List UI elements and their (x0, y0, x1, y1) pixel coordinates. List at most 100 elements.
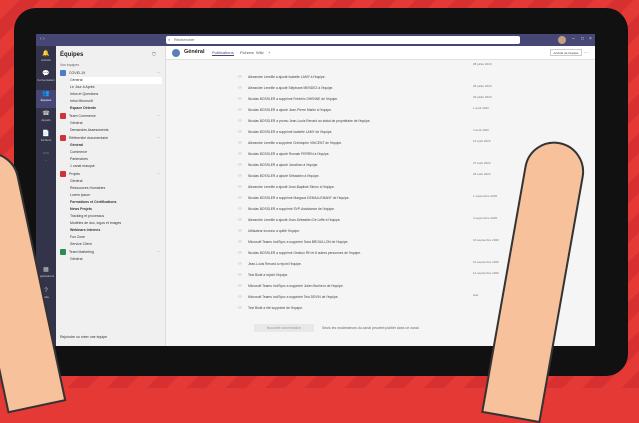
nav-arrows-icon[interactable]: ‹ › (40, 36, 45, 42)
rail-item-bell[interactable]: 🔔 Activité (36, 50, 56, 68)
team-item[interactable]: Référentiel documentaire ⋯ (60, 135, 164, 142)
channel-item[interactable]: Service Client (70, 241, 162, 248)
channel-item[interactable]: Fun Zone (70, 234, 162, 241)
more-icon[interactable]: ⋯ (584, 50, 588, 55)
moderation-info: Seuls les modérateurs du canal peuvent p… (322, 326, 420, 330)
message-date: 4 septembre 2020 (473, 216, 498, 220)
section-header: Vos équipes (60, 62, 164, 69)
search-input[interactable]: ⌕ Rechercher (166, 36, 520, 44)
member-change-icon: ⚇ (238, 96, 242, 101)
rail-item-chat[interactable]: 💬 Conversation (36, 70, 56, 88)
tab-fichiers[interactable]: Fichiers (240, 50, 254, 55)
team-more-icon[interactable]: ⋯ (157, 171, 161, 178)
channel-item-label: Partenaires (70, 157, 88, 161)
member-change-icon: ⚇ (238, 118, 242, 123)
channel-item[interactable]: 1 canal masqué (70, 163, 162, 170)
chat-icon: 💬 (42, 71, 50, 77)
message-date: 10 septembre 2020 (473, 238, 499, 242)
team-more-icon[interactable]: ⋯ (157, 249, 161, 256)
channel-header: Général Publications Fichiers Wiki + Act… (166, 46, 595, 60)
member-change-icon: ⚇ (238, 162, 242, 167)
channel-item-label: Demandes Assessments (70, 128, 109, 132)
filter-icon[interactable]: ⛉ (152, 52, 156, 58)
message-date: 14 septembre 2020 (473, 271, 499, 275)
channel-item[interactable]: Ressources Humaines (70, 185, 162, 192)
add-tab-icon[interactable]: + (268, 50, 270, 55)
team-more-icon[interactable]: ⋯ (157, 70, 161, 77)
channel-item-label: Infos et Questions (70, 92, 99, 96)
team-item-label: Team Commerce (69, 114, 96, 118)
message-text: Nicolas BOSSLER a promu Jean-Louis Renar… (248, 119, 371, 123)
channel-item[interactable]: Général (70, 178, 162, 185)
compose-area: Nouvelle conversation Seuls les modérate… (254, 324, 534, 332)
rail-item-phone[interactable]: ☎ Appels (36, 110, 56, 128)
minimize-icon[interactable]: – (572, 36, 575, 42)
channel-item-label: Espace Détente (70, 106, 97, 110)
rail-item-more[interactable]: ⋯... (36, 150, 56, 168)
bell-icon: 🔔 (42, 51, 50, 57)
list-item: ⚇ Microsoft Teams Ind/Sync a supprimé Jul… (238, 282, 538, 291)
message-date: 28 juillet 2020 (473, 62, 492, 66)
channel-item[interactable]: Modèles de doc, logos et images (70, 220, 162, 227)
channel-item[interactable]: Webinars internes (70, 227, 162, 234)
member-change-icon: ⚇ (238, 129, 242, 134)
channel-item[interactable]: Général (70, 77, 162, 84)
rail-item-teams[interactable]: 👥 Équipes (36, 90, 56, 108)
channel-item[interactable]: Infos et Questions (70, 91, 162, 98)
list-item: ⚇ Test Bioté a été supprimé de l'équipe. (238, 304, 538, 313)
close-icon[interactable]: × (589, 36, 592, 42)
tab-publications[interactable]: Publications (212, 50, 234, 56)
team-item-label: COVID-19 (69, 71, 86, 75)
message-text: Nicolas BOSSLER a supprimé Margaux DEMAL… (248, 196, 350, 200)
list-item: ⚇ Nicolas BOSSLER a supprimé SVP-Assistan… (238, 205, 538, 214)
member-change-icon: ⚇ (238, 173, 242, 178)
team-more-icon[interactable]: ⋯ (157, 135, 161, 142)
message-text: Test Bioté a été supprimé de l'équipe. (248, 306, 303, 310)
channel-item[interactable]: Lorem ipsum (70, 192, 162, 199)
channel-item[interactable]: News Projets (70, 206, 162, 213)
new-conversation-button[interactable]: Nouvelle conversation (254, 324, 314, 332)
search-icon: ⌕ (168, 37, 171, 42)
join-team-link[interactable]: Rejoindre ou créer une équipe (60, 334, 164, 341)
team-item[interactable]: Team Commerce ⋯ (60, 113, 164, 120)
message-text: Microsoft Teams Ind/Sync a supprimé Test… (248, 295, 339, 299)
channel-item-label: Le Jour à Après (70, 85, 95, 89)
team-item[interactable]: COVID-19 ⋯ (60, 70, 164, 77)
channel-item[interactable]: Général (70, 256, 162, 263)
list-item: ⚇ Microsoft Teams Ind/Sync a supprimé Sar… (238, 238, 538, 247)
channel-item[interactable]: Partenaires (70, 156, 162, 163)
channel-item-label: Service Client (70, 242, 92, 246)
rail-label: Activité (41, 58, 51, 62)
channel-item[interactable]: Espace Détente (70, 105, 162, 112)
team-item-label: Projets (69, 172, 80, 176)
member-change-icon: ⚇ (238, 217, 242, 222)
rail-item-file[interactable]: 📄 Fichiers (36, 130, 56, 148)
search-placeholder: Rechercher (174, 37, 195, 42)
channel-item[interactable]: Tracking et processus (70, 213, 162, 220)
channel-item[interactable]: Le Jour à Après (70, 84, 162, 91)
message-text: Nicolas BOSSLER a supprimé Isabelle LAMY… (248, 130, 333, 134)
maximize-icon[interactable]: □ (581, 36, 584, 42)
message-text: Alexandre Leveille a ajouté Isabelle LAM… (248, 75, 326, 79)
message-text: Nicolas BOSSLER a ajouté Sébastien à l'é… (248, 174, 320, 178)
rail-label: Appels (41, 118, 51, 122)
channel-item[interactable]: Général (70, 120, 162, 127)
message-date: 29 juillet 2020 (473, 95, 492, 99)
channel-item[interactable]: Infos Microsoft (70, 98, 162, 105)
channel-item[interactable]: Demandes Assessments (70, 127, 162, 134)
team-logo-icon (60, 249, 66, 256)
team-activity-button[interactable]: Activité de l'équipe (550, 49, 582, 56)
team-more-icon[interactable]: ⋯ (157, 113, 161, 120)
team-item[interactable]: Team Marketing ⋯ (60, 249, 164, 256)
channel-item[interactable]: Commerce (70, 149, 162, 156)
list-item: ⚇ Nicolas BOSSLER a supprimé Frédéric DHE… (238, 95, 538, 104)
channel-item-label: Fun Zone (70, 235, 85, 239)
list-item: ⚇ Nicolas BOSSLER a supprimé Gestion RH e… (238, 249, 538, 258)
phone-icon: ☎ (42, 111, 50, 117)
channel-item[interactable]: Général (70, 142, 162, 149)
channel-item[interactable]: Formations et Certifications (70, 199, 162, 206)
avatar[interactable] (558, 36, 566, 44)
team-item[interactable]: Projets ⋯ (60, 171, 164, 178)
tab-wiki[interactable]: Wiki (256, 50, 264, 55)
channel-item-label: Général (70, 257, 83, 261)
